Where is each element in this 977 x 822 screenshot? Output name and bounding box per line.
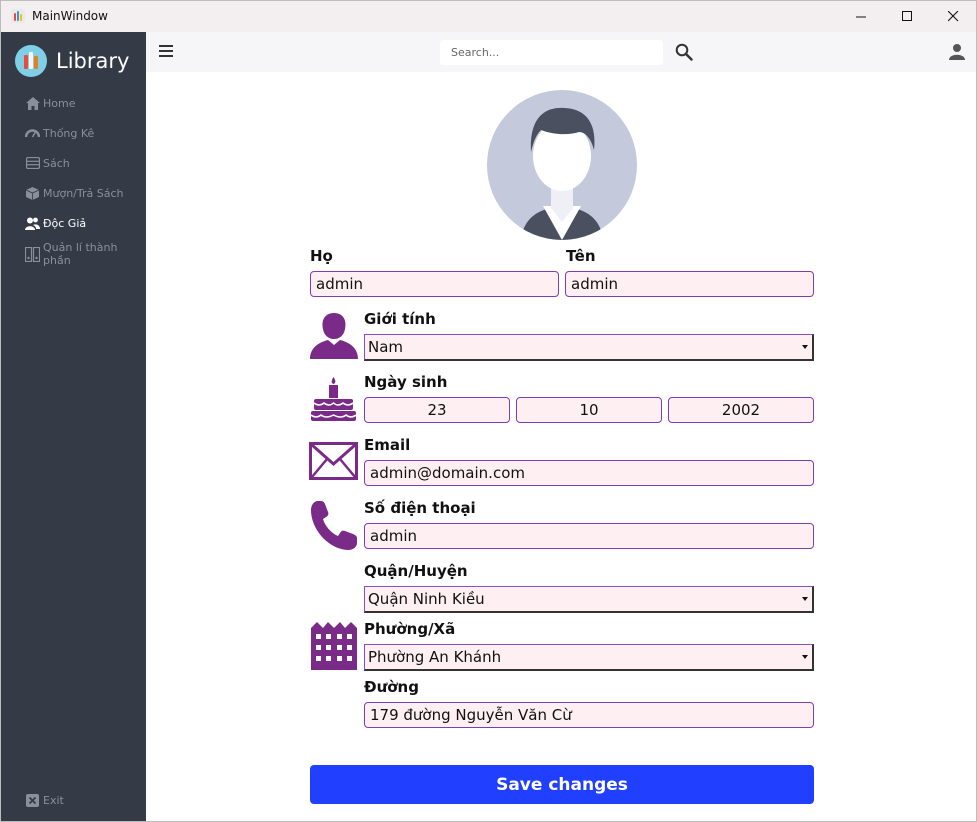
- search-input[interactable]: [440, 40, 663, 65]
- sidebar-item-label: Thống Kê: [43, 126, 95, 140]
- sidebar-item-label: Mượn/Trả Sách: [43, 186, 124, 200]
- dob-year-input[interactable]: 2002: [668, 397, 814, 423]
- chevron-down-icon: [802, 655, 808, 659]
- phone-label: Số điện thoại: [364, 499, 476, 517]
- gender-label: Giới tính: [364, 310, 436, 328]
- ten-input[interactable]: admin: [565, 271, 814, 297]
- sidebar-item-label: Sách: [43, 156, 70, 170]
- maximize-button[interactable]: [884, 1, 930, 32]
- minimize-icon: [855, 16, 866, 18]
- email-label: Email: [364, 436, 411, 454]
- maximize-icon: [901, 11, 912, 21]
- ward-selected-value: Phường An Khánh: [368, 648, 502, 666]
- sidebar-item-quan-li-thanh-phan[interactable]: Quản lí thành phần: [25, 241, 146, 267]
- sidebar-item-label: Home: [43, 96, 76, 110]
- brand-title: Library: [56, 49, 130, 73]
- sidebar-item-doc-gia[interactable]: Độc Giả: [25, 214, 86, 232]
- person-icon: [310, 311, 358, 363]
- ho-label: Họ: [310, 247, 333, 265]
- sidebar-item-label: Độc Giả: [43, 216, 87, 230]
- minimize-button[interactable]: [838, 1, 884, 32]
- user-account-icon[interactable]: [948, 43, 966, 61]
- gender-select[interactable]: Nam: [364, 334, 814, 361]
- ten-label: Tên: [566, 247, 596, 265]
- library-logo-icon: [15, 45, 47, 77]
- app-icon: [11, 9, 25, 23]
- binders-icon: [25, 246, 40, 262]
- street-input[interactable]: 179 đường Nguyễn Văn Cừ: [364, 702, 814, 728]
- sidebar-item-home[interactable]: Home: [25, 94, 75, 112]
- sidebar-item-thong-ke[interactable]: Thống Kê: [25, 124, 94, 142]
- birthday-cake-icon: [309, 373, 358, 427]
- ward-select[interactable]: Phường An Khánh: [364, 644, 814, 671]
- ward-label: Phường/Xã: [364, 620, 456, 638]
- top-bar: [146, 32, 976, 72]
- gauge-icon: [25, 126, 40, 140]
- save-changes-button[interactable]: Save changes: [310, 765, 814, 804]
- district-select[interactable]: Quận Ninh Kiều: [364, 586, 814, 613]
- district-selected-value: Quận Ninh Kiều: [368, 590, 485, 608]
- email-input[interactable]: admin@domain.com: [364, 460, 814, 486]
- phone-icon: [310, 499, 358, 555]
- sidebar-item-label: Quản lí thành phần: [43, 241, 118, 267]
- home-icon: [25, 96, 40, 110]
- phone-input[interactable]: admin: [364, 523, 814, 549]
- dob-month-input[interactable]: 10: [516, 397, 662, 423]
- envelope-icon: [309, 442, 358, 484]
- main-window: MainWindow Library Home Thống Kê Sách Mư…: [0, 0, 977, 822]
- users-icon: [25, 216, 40, 230]
- dob-label: Ngày sinh: [364, 373, 448, 391]
- gender-selected-value: Nam: [368, 338, 404, 356]
- district-label: Quận/Huyện: [364, 562, 468, 580]
- sidebar-item-muon-tra-sach[interactable]: Mượn/Trả Sách: [25, 184, 123, 202]
- ho-input[interactable]: admin: [310, 271, 559, 297]
- menu-toggle-icon[interactable]: [159, 45, 173, 57]
- exit-icon: [25, 793, 40, 807]
- close-icon: [947, 11, 958, 22]
- street-label: Đường: [364, 678, 419, 696]
- sidebar-item-sach[interactable]: Sách: [25, 154, 70, 172]
- building-icon: [311, 620, 357, 674]
- box-icon: [25, 186, 40, 200]
- chevron-down-icon: [802, 345, 808, 349]
- close-button[interactable]: [930, 1, 976, 32]
- dob-day-input[interactable]: 23: [364, 397, 510, 423]
- title-bar: MainWindow: [1, 1, 976, 32]
- exit-button[interactable]: Exit: [25, 791, 64, 809]
- search-icon[interactable]: [675, 43, 693, 61]
- exit-label: Exit: [43, 793, 64, 807]
- window-title: MainWindow: [32, 9, 108, 23]
- profile-avatar: [487, 90, 637, 240]
- sidebar: Library Home Thống Kê Sách Mượn/Trả Sách: [1, 32, 146, 821]
- book-list-icon: [25, 156, 40, 170]
- chevron-down-icon: [802, 597, 808, 601]
